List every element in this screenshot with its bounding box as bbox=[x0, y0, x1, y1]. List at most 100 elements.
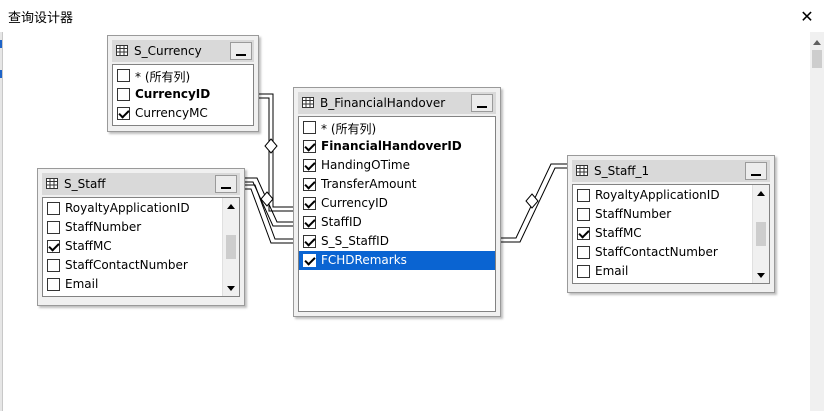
column-row[interactable]: * (所有列) bbox=[299, 118, 495, 137]
column-checkbox[interactable] bbox=[47, 221, 60, 234]
close-button[interactable]: ✕ bbox=[790, 0, 824, 32]
column-list[interactable]: RoyaltyApplicationID StaffNumber StaffMC… bbox=[42, 197, 240, 297]
table-s-currency[interactable]: S_Currency * (所有列) CurrencyID CurrencyMC bbox=[107, 35, 259, 132]
column-checkbox[interactable] bbox=[577, 227, 590, 240]
column-list[interactable]: RoyaltyApplicationID StaffNumber StaffMC… bbox=[572, 184, 770, 284]
minimize-icon bbox=[477, 106, 487, 108]
column-row[interactable]: StaffID bbox=[299, 213, 495, 232]
column-checkbox[interactable] bbox=[303, 159, 316, 172]
canvas-scrollbar[interactable] bbox=[810, 32, 824, 411]
column-list[interactable]: * (所有列) CurrencyID CurrencyMC bbox=[112, 64, 254, 126]
scroll-down-icon[interactable] bbox=[753, 267, 769, 283]
table-title: S_Staff bbox=[64, 177, 106, 191]
scroll-thumb[interactable] bbox=[226, 235, 236, 259]
table-title: S_Staff_1 bbox=[594, 164, 650, 178]
table-icon bbox=[576, 165, 588, 176]
minimize-icon bbox=[751, 174, 761, 176]
column-row[interactable]: S_S_StaffID bbox=[299, 232, 495, 251]
minimize-icon bbox=[221, 187, 231, 189]
list-scrollbar[interactable] bbox=[752, 185, 769, 283]
minimize-button[interactable] bbox=[230, 42, 252, 60]
column-row[interactable]: StaffContactNumber bbox=[43, 256, 239, 275]
scroll-up-icon[interactable] bbox=[810, 34, 824, 50]
column-label: StaffID bbox=[321, 215, 362, 229]
column-checkbox[interactable] bbox=[577, 189, 590, 202]
scroll-thumb[interactable] bbox=[756, 222, 766, 246]
column-row[interactable]: StaffMC bbox=[573, 224, 769, 243]
column-row[interactable]: CurrencyMC bbox=[113, 104, 253, 123]
table-header[interactable]: S_Staff_1 bbox=[572, 160, 770, 182]
table-header[interactable]: S_Staff bbox=[42, 173, 240, 195]
column-checkbox[interactable] bbox=[303, 178, 316, 191]
column-row[interactable]: RoyaltyApplicationID bbox=[573, 186, 769, 205]
column-label: RoyaltyApplicationID bbox=[65, 201, 190, 215]
scroll-up-icon[interactable] bbox=[753, 185, 769, 201]
table-b-financial-handover[interactable]: B_FinancialHandover * (所有列) FinancialHan… bbox=[293, 87, 501, 317]
table-header[interactable]: S_Currency bbox=[112, 40, 254, 62]
column-checkbox[interactable] bbox=[117, 107, 130, 120]
column-checkbox[interactable] bbox=[47, 259, 60, 272]
title-bar: 查询设计器 ✕ bbox=[0, 0, 824, 32]
minimize-button[interactable] bbox=[745, 162, 767, 180]
column-label: RoyaltyApplicationID bbox=[595, 188, 720, 202]
column-checkbox[interactable] bbox=[303, 235, 316, 248]
column-label: * (所有列) bbox=[135, 70, 191, 84]
column-checkbox[interactable] bbox=[303, 197, 316, 210]
column-label: StaffNumber bbox=[65, 220, 142, 234]
column-row[interactable]: * (所有列) bbox=[113, 66, 253, 85]
table-header[interactable]: B_FinancialHandover bbox=[298, 92, 496, 114]
table-s-staff[interactable]: S_Staff RoyaltyApplicationID StaffNumber… bbox=[37, 168, 245, 306]
column-row[interactable]: RoyaltyApplicationID bbox=[43, 199, 239, 218]
column-label: * (所有列) bbox=[321, 122, 377, 136]
column-label: FCHDRemarks bbox=[321, 253, 407, 267]
table-title: B_FinancialHandover bbox=[320, 96, 446, 110]
column-row[interactable]: CurrencyID bbox=[113, 85, 253, 104]
column-list[interactable]: * (所有列) FinancialHandoverID HandingOTime… bbox=[298, 116, 496, 312]
column-row[interactable]: Email bbox=[43, 275, 239, 294]
column-row-selected[interactable]: FCHDRemarks bbox=[299, 251, 495, 270]
scroll-thumb[interactable] bbox=[812, 50, 822, 68]
column-row[interactable]: FinancialHandoverID bbox=[299, 137, 495, 156]
column-label: CurrencyID bbox=[321, 196, 388, 210]
column-label: CurrencyID bbox=[135, 87, 211, 101]
column-checkbox[interactable] bbox=[117, 88, 130, 101]
column-checkbox[interactable] bbox=[303, 216, 316, 229]
column-label: Email bbox=[595, 264, 629, 278]
column-checkbox[interactable] bbox=[47, 240, 60, 253]
column-checkbox[interactable] bbox=[47, 278, 60, 291]
column-label: FinancialHandoverID bbox=[321, 139, 462, 153]
minimize-button[interactable] bbox=[215, 175, 237, 193]
column-checkbox[interactable] bbox=[303, 254, 316, 267]
list-scrollbar[interactable] bbox=[222, 198, 239, 296]
column-label: HandingOTime bbox=[321, 158, 410, 172]
column-checkbox[interactable] bbox=[577, 265, 590, 278]
column-label: StaffContactNumber bbox=[65, 258, 188, 272]
column-checkbox[interactable] bbox=[577, 246, 590, 259]
column-label: CurrencyMC bbox=[135, 106, 208, 120]
close-icon: ✕ bbox=[800, 6, 814, 26]
table-icon bbox=[116, 45, 128, 56]
column-row[interactable]: Email bbox=[573, 262, 769, 281]
column-checkbox[interactable] bbox=[303, 121, 316, 134]
scroll-down-icon[interactable] bbox=[223, 280, 239, 296]
column-row[interactable]: CurrencyID bbox=[299, 194, 495, 213]
column-label: S_S_StaffID bbox=[321, 234, 389, 248]
column-label: StaffContactNumber bbox=[595, 245, 718, 259]
column-row[interactable]: StaffMC bbox=[43, 237, 239, 256]
column-checkbox[interactable] bbox=[117, 69, 130, 82]
column-row[interactable]: StaffNumber bbox=[43, 218, 239, 237]
column-row[interactable]: HandingOTime bbox=[299, 156, 495, 175]
column-row[interactable]: TransferAmount bbox=[299, 175, 495, 194]
diagram-canvas[interactable]: S_Currency * (所有列) CurrencyID CurrencyMC bbox=[2, 32, 811, 411]
table-s-staff-1[interactable]: S_Staff_1 RoyaltyApplicationID StaffNumb… bbox=[567, 155, 775, 293]
column-checkbox[interactable] bbox=[303, 140, 316, 153]
minimize-button[interactable] bbox=[471, 94, 493, 112]
column-row[interactable]: StaffContactNumber bbox=[573, 243, 769, 262]
column-row[interactable]: StaffNumber bbox=[573, 205, 769, 224]
scroll-up-icon[interactable] bbox=[223, 198, 239, 214]
relation-currency bbox=[258, 93, 293, 212]
column-label: Email bbox=[65, 277, 99, 291]
relation-staff-1 bbox=[501, 163, 569, 243]
column-checkbox[interactable] bbox=[577, 208, 590, 221]
column-checkbox[interactable] bbox=[47, 202, 60, 215]
